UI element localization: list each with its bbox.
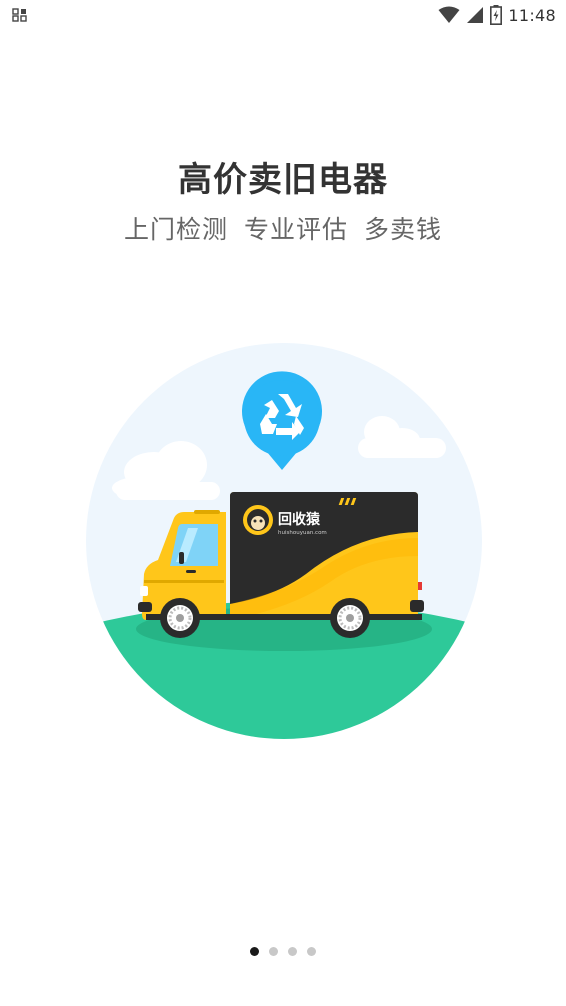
status-bar: 11:48 <box>0 0 566 30</box>
front-wheel <box>160 598 200 638</box>
subtitle-item: 多卖钱 <box>364 215 443 244</box>
headlight <box>140 586 148 596</box>
notification-icon <box>12 8 27 22</box>
wifi-icon <box>438 6 460 23</box>
cab-roof <box>194 510 220 514</box>
status-time: 11:48 <box>508 5 556 25</box>
page-indicator <box>0 944 566 958</box>
rear-wheel <box>330 598 370 638</box>
page-title: 高价卖旧电器 <box>178 160 388 200</box>
truck: 回收猿 huishouyuan.com <box>138 492 424 638</box>
recycling-truck-illustration: 回收猿 huishouyuan.com <box>86 343 482 739</box>
page-dot-2[interactable] <box>269 946 278 956</box>
page-dot-3[interactable] <box>288 946 297 956</box>
brand-logo <box>243 505 273 535</box>
page-dot-1[interactable] <box>250 946 259 956</box>
brand-url: huishouyuan.com <box>278 530 327 536</box>
cell-signal-icon <box>467 7 484 23</box>
subtitle-item: 上门检测 <box>123 215 228 244</box>
front-bumper <box>138 602 152 612</box>
subtitle-item: 专业评估 <box>243 215 348 244</box>
brand-name: 回收猿 <box>278 511 321 528</box>
page-subtitle: 上门检测 专业评估 多卖钱 <box>0 210 566 246</box>
page-dot-4[interactable] <box>307 946 316 956</box>
battery-icon <box>490 5 503 25</box>
